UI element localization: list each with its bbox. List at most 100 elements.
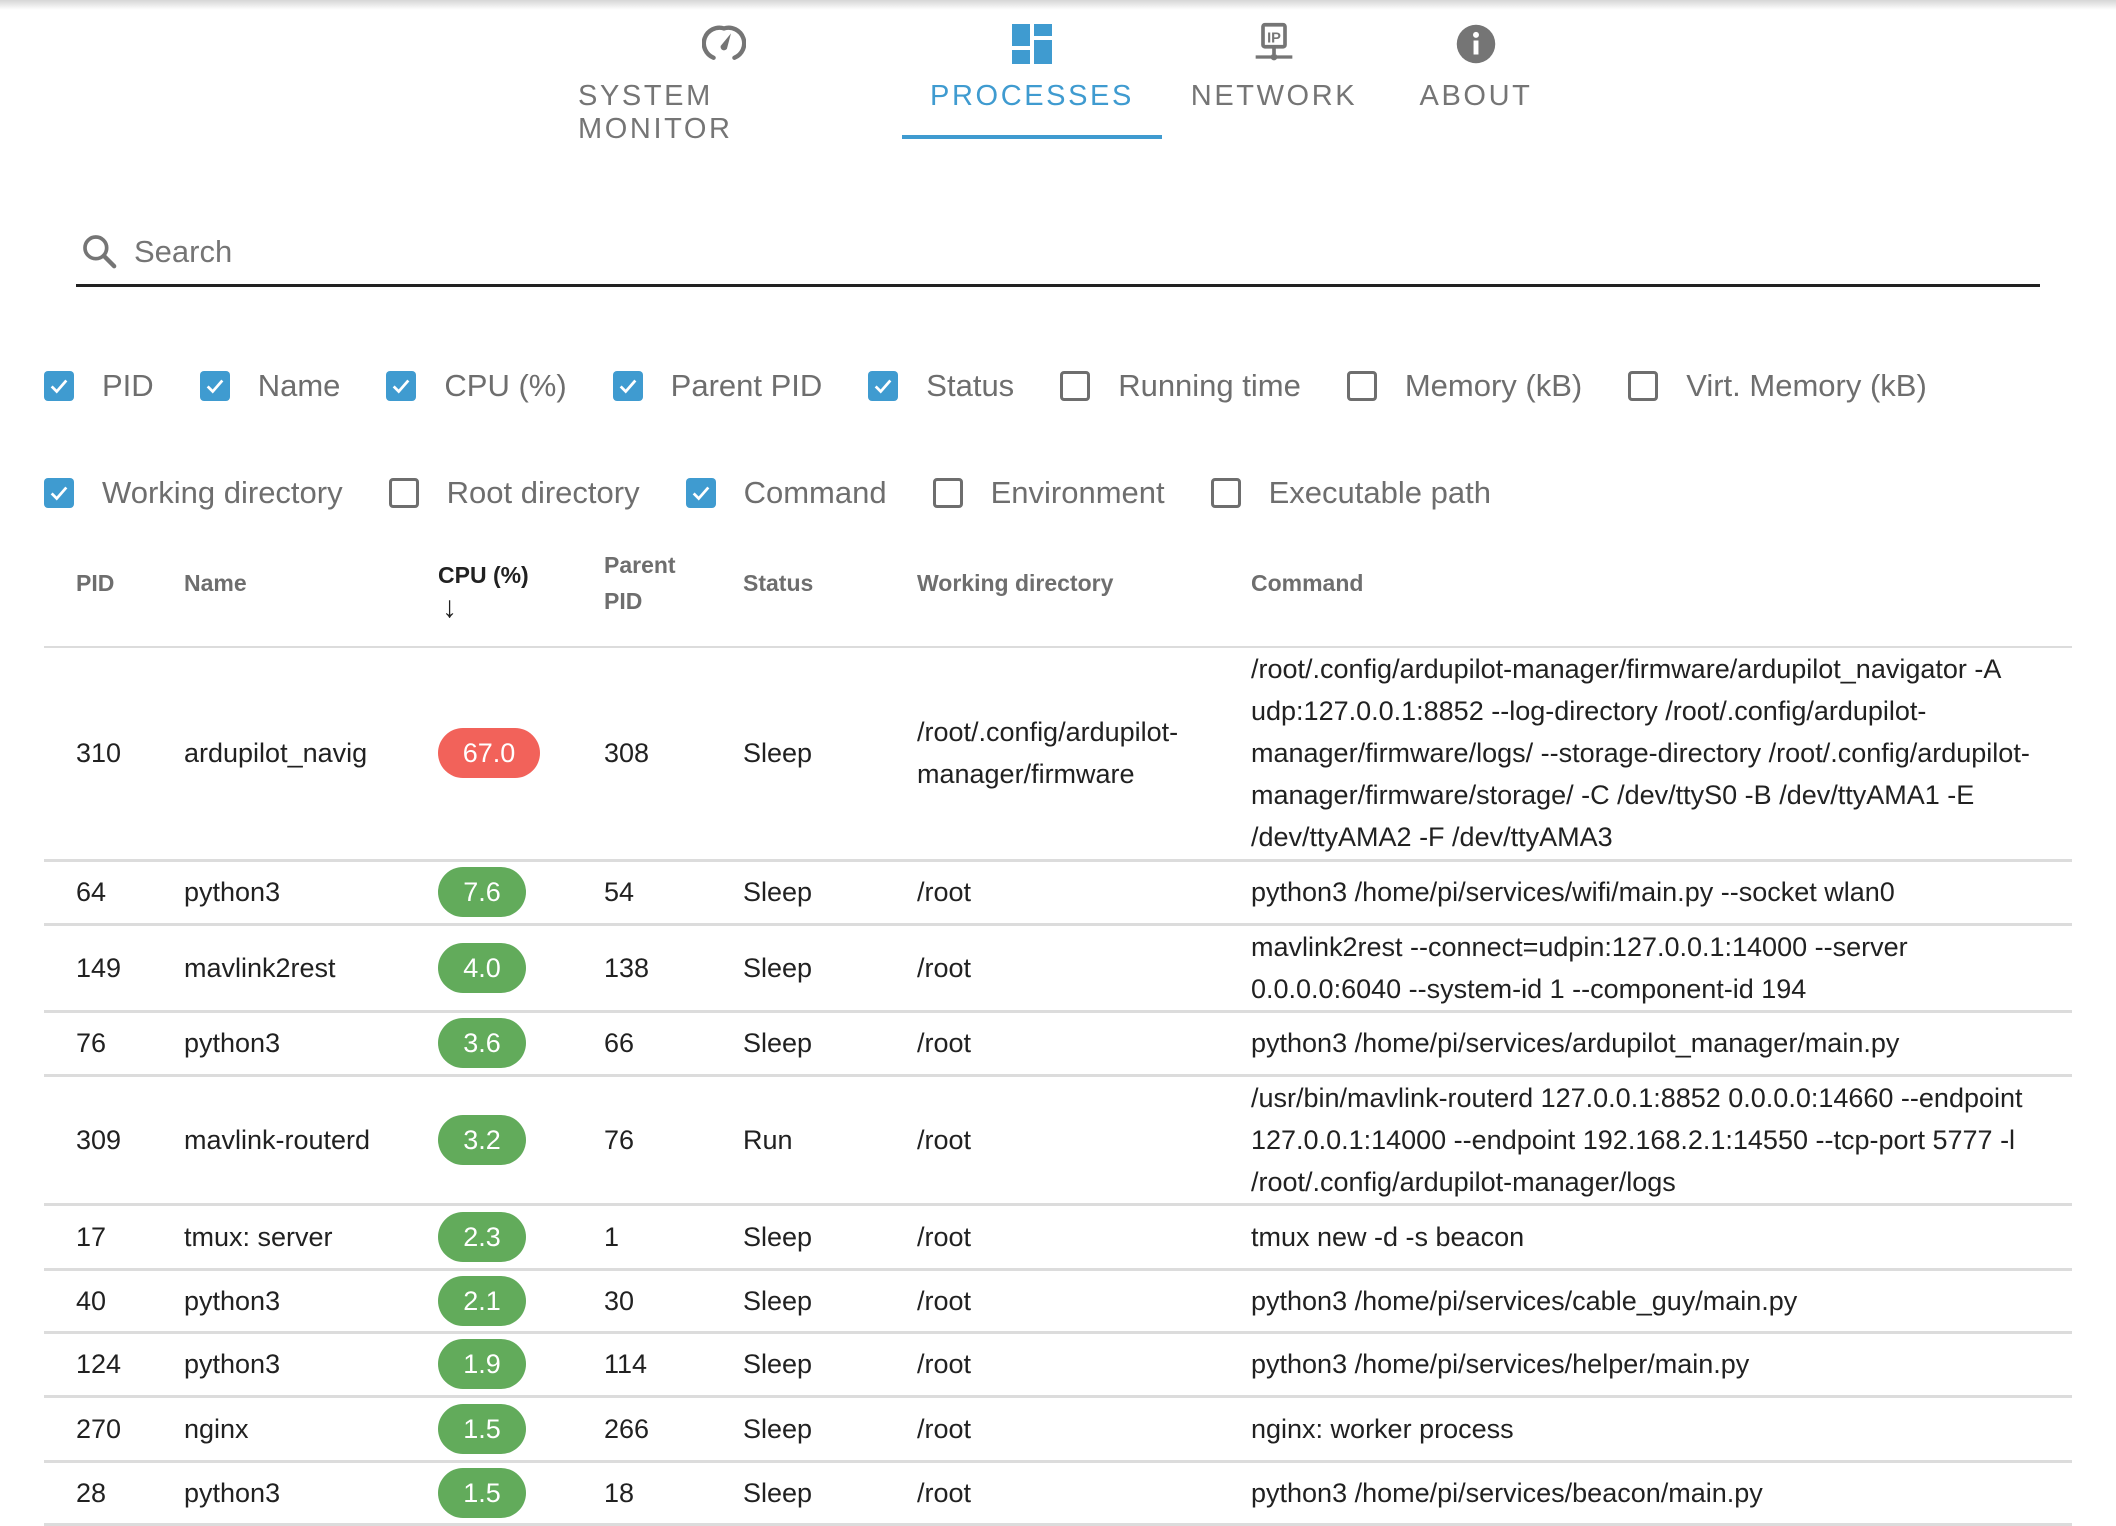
cpu-badge: 3.6	[438, 1018, 526, 1068]
cell-name: python3	[184, 860, 438, 926]
table-row[interactable]: 40 python3 2.1 30 Sleep/root python3 /home/pi…	[44, 1269, 2072, 1334]
top-shadow	[0, 0, 2116, 10]
cpu-badge: 1.9	[438, 1339, 526, 1389]
cell-name: nginx	[184, 1396, 438, 1463]
cell-command: tmux new -d -s beacon	[1251, 1204, 2072, 1271]
checkbox-label: Command	[743, 475, 887, 510]
cell-parent-pid: 18	[604, 1461, 743, 1526]
checkbox-checked-icon[interactable]	[199, 371, 230, 401]
cell-command: python3 /home/pi/services/beacon/main.py	[1251, 1461, 2072, 1526]
sort-descending-icon[interactable]: ↓	[442, 593, 604, 623]
column-toggle-working-directory[interactable]: Working directory	[44, 475, 343, 511]
cell-status: Sleep	[743, 1269, 917, 1334]
cpu-badge: 1.5	[438, 1403, 526, 1454]
checkbox-unchecked-icon[interactable]	[932, 478, 963, 508]
table-row[interactable]: 124 python3 1.9 114 Sleep/root python3 /home/…	[44, 1332, 2072, 1398]
cell-cpu: 3.2	[438, 1075, 604, 1206]
search-icon	[80, 232, 120, 272]
search-field[interactable]	[76, 220, 2040, 287]
cell-status: Sleep	[743, 1204, 917, 1271]
tab-processes[interactable]: PROCESSES	[902, 22, 1162, 140]
column-toggle-command[interactable]: Command	[685, 475, 887, 511]
cell-command: python3 /home/pi/services/cable_guy/main…	[1251, 1269, 2072, 1334]
cell-name: ardupilot_navig	[184, 647, 438, 862]
column-toggle-root-directory[interactable]: Root directory	[388, 475, 640, 511]
cell-name: python3	[184, 1461, 438, 1526]
column-toggle-parent-pid[interactable]: Parent PID	[612, 368, 822, 404]
checkbox-checked-icon[interactable]	[685, 478, 716, 508]
column-toggle-pid[interactable]: PID	[44, 368, 154, 404]
column-toggle-running-time[interactable]: Running time	[1060, 368, 1301, 404]
column-toggle-memory-kb[interactable]: Memory (kB)	[1346, 368, 1582, 404]
header-parent-pid[interactable]: Parent PID	[604, 520, 743, 648]
checkbox-unchecked-icon[interactable]	[1060, 371, 1091, 401]
checkbox-checked-icon[interactable]	[612, 371, 643, 401]
cpu-badge: 67.0	[438, 728, 540, 779]
checkbox-label: CPU (%)	[444, 368, 567, 403]
header-cpu[interactable]: CPU (%) ↓	[438, 520, 604, 648]
checkbox-checked-icon[interactable]	[868, 371, 899, 401]
cell-pid: 17	[44, 1204, 184, 1271]
checkbox-unchecked-icon[interactable]	[1210, 478, 1241, 508]
table-row[interactable]: 28 python3 1.5 18 Sleep/root python3 /home/pi…	[44, 1461, 2072, 1526]
table-row[interactable]: 149 mavlink2rest 4.0 138 Sleep/root mavlink2r…	[44, 924, 2072, 1013]
tab-label: ABOUT	[1419, 80, 1533, 112]
tab-network[interactable]: IP NETWORK	[1174, 22, 1374, 140]
cell-status: Sleep	[743, 1461, 917, 1526]
column-toggle-status[interactable]: Status	[868, 368, 1014, 404]
checkbox-label: Environment	[990, 475, 1165, 510]
cell-pid: 64	[44, 860, 184, 926]
header-working-directory[interactable]: Working directory	[917, 520, 1251, 648]
cpu-badge: 2.1	[438, 1275, 526, 1326]
table-row[interactable]: 309 mavlink-routerd 3.2 76 Run/root/usr/bin/…	[44, 1075, 2072, 1206]
search-input[interactable]	[132, 233, 1936, 271]
header-name[interactable]: Name	[184, 520, 438, 648]
cell-name: python3	[184, 1332, 438, 1398]
tab-about[interactable]: ABOUT	[1396, 22, 1556, 140]
cell-status: Sleep	[743, 1011, 917, 1077]
dashboard-icon	[1010, 22, 1054, 66]
header-pid[interactable]: PID	[44, 520, 184, 648]
checkbox-checked-icon[interactable]	[44, 478, 74, 508]
cell-name: mavlink2rest	[184, 924, 438, 1013]
column-toggle-environment[interactable]: Environment	[932, 475, 1165, 511]
checkbox-checked-icon[interactable]	[386, 371, 417, 401]
cpu-badge: 7.6	[438, 867, 526, 917]
cell-pid: 124	[44, 1332, 184, 1398]
column-toggle-executable-path[interactable]: Executable path	[1210, 475, 1491, 511]
table-row[interactable]: 76 python3 3.6 66 Sleep/root python3 /home/pi…	[44, 1011, 2072, 1077]
cell-parent-pid: 76	[604, 1075, 743, 1206]
tab-system-monitor[interactable]: SYSTEM MONITOR	[578, 22, 870, 145]
info-icon	[1454, 22, 1498, 66]
cell-parent-pid: 1	[604, 1204, 743, 1271]
table-row[interactable]: 310 ardupilot_navig 67.0 308 Sleep/root/.con…	[44, 647, 2072, 862]
table-row[interactable]: 17 tmux: server 2.3 1 Sleep/root tmux new -d …	[44, 1204, 2072, 1271]
checkbox-unchecked-icon[interactable]	[1346, 371, 1377, 401]
header-status[interactable]: Status	[743, 520, 917, 648]
table-row[interactable]: 270 nginx 1.5 266 Sleep/root nginx: worker pr…	[44, 1396, 2072, 1463]
column-toggle-name[interactable]: Name	[199, 368, 340, 404]
cell-status: Run	[743, 1075, 917, 1206]
checkbox-unchecked-icon[interactable]	[388, 478, 419, 508]
svg-text:IP: IP	[1267, 31, 1281, 47]
checkbox-label: Root directory	[446, 475, 640, 510]
cell-working-directory: /root	[917, 1011, 1251, 1077]
cell-command: python3 /home/pi/services/helper/main.py	[1251, 1332, 2072, 1398]
header-command[interactable]: Command	[1251, 520, 2072, 648]
header-label: CPU (%)	[438, 562, 529, 588]
cell-pid: 149	[44, 924, 184, 1013]
cell-cpu: 1.9	[438, 1332, 604, 1398]
cell-name: python3	[184, 1269, 438, 1334]
cell-status: Sleep	[743, 647, 917, 862]
cell-working-directory: /root	[917, 1396, 1251, 1463]
checkbox-label: Executable path	[1268, 475, 1491, 510]
column-toggle-virt-memory-kb[interactable]: Virt. Memory (kB)	[1628, 368, 1927, 404]
cpu-badge: 4.0	[438, 942, 526, 993]
table-row[interactable]: 64 python3 7.6 54 Sleep/root python3 /home/pi…	[44, 860, 2072, 926]
checkbox-unchecked-icon[interactable]	[1628, 371, 1659, 401]
cell-command: /root/.config/ardupilot-manager/firmware…	[1251, 647, 2072, 862]
cell-parent-pid: 114	[604, 1332, 743, 1398]
checkbox-label: Status	[926, 368, 1015, 403]
checkbox-checked-icon[interactable]	[44, 371, 74, 401]
column-toggle-cpu[interactable]: CPU (%)	[386, 368, 567, 404]
